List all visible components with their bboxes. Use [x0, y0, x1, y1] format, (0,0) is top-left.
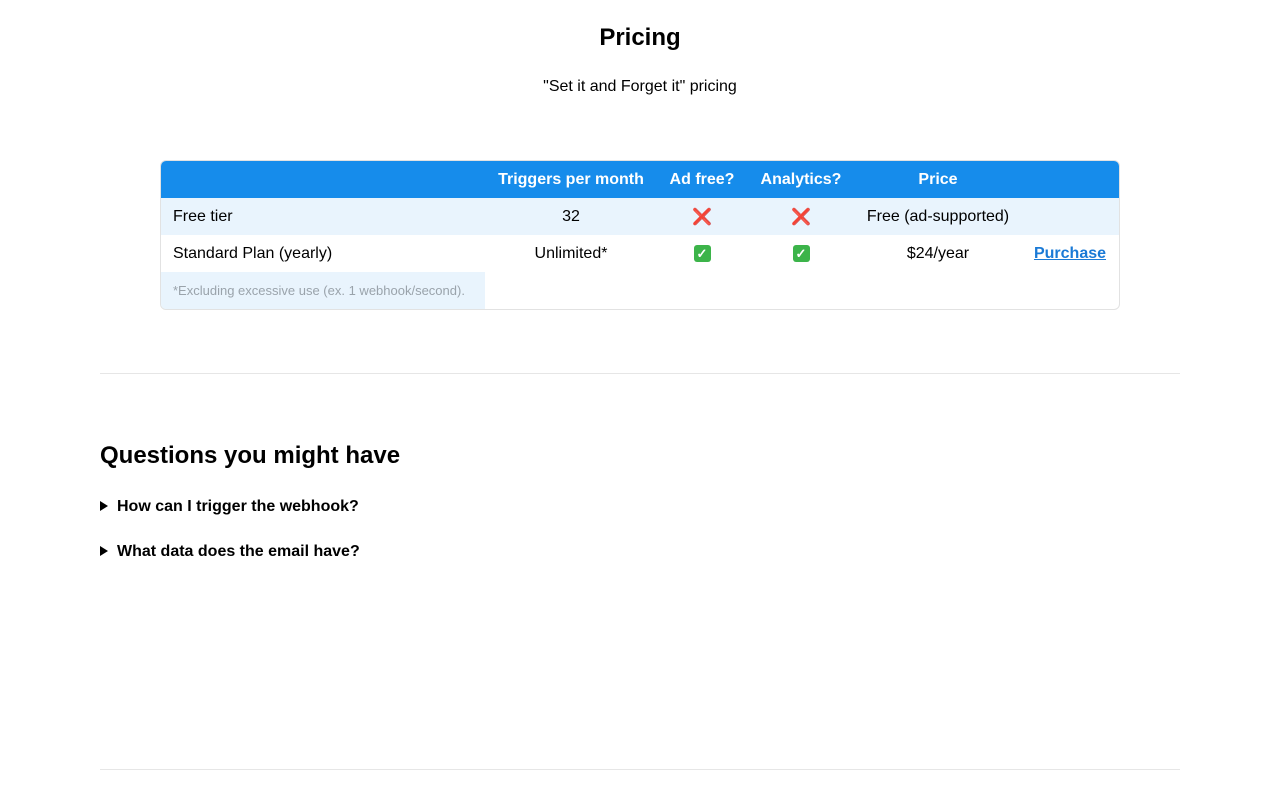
action-cell: Purchase [1021, 235, 1119, 272]
pricing-page: Pricing "Set it and Forget it" pricing T… [0, 0, 1280, 800]
faq-question: What data does the email have? [117, 543, 360, 560]
faq-heading: Questions you might have [100, 442, 401, 469]
plan-name: Free tier [173, 207, 233, 225]
purchase-link[interactable]: Purchase [1034, 245, 1106, 262]
plan-name: Standard Plan (yearly) [173, 244, 333, 262]
disclosure-triangle-icon [100, 546, 108, 556]
faq-question: How can I trigger the webhook? [117, 498, 359, 515]
column-header-ad-free: Ad free? [669, 170, 735, 188]
ad-free-cell: ❌ [657, 198, 747, 235]
price-value: Free (ad-supported) [866, 207, 1010, 225]
footer-divider [100, 769, 1180, 770]
action-cell [1021, 198, 1119, 235]
faq-item-trigger-webhook[interactable]: How can I trigger the webhook? [100, 497, 359, 517]
check-mark-icon: ✓ [693, 244, 711, 262]
disclosure-triangle-icon [100, 501, 108, 511]
table-header-row: Triggers per month Ad free? Analytics? P… [161, 161, 1119, 198]
check-mark-icon: ✓ [792, 244, 810, 262]
section-divider [100, 373, 1180, 374]
analytics-cell: ✓ [747, 235, 855, 272]
pricing-table: Triggers per month Ad free? Analytics? P… [160, 160, 1120, 310]
cross-mark-icon: ❌ [791, 208, 811, 226]
column-header-action [1021, 161, 1119, 198]
column-header-triggers: Triggers per month [498, 170, 644, 188]
column-header-analytics: Analytics? [760, 170, 842, 188]
column-header-plan [161, 161, 485, 198]
footnote-row: *Excluding excessive use (ex. 1 webhook/… [161, 272, 1119, 309]
column-header-price: Price [918, 170, 958, 188]
page-title: Pricing [599, 24, 681, 51]
footnote: *Excluding excessive use (ex. 1 webhook/… [161, 272, 485, 309]
analytics-cell: ❌ [747, 198, 855, 235]
faq-item-email-data[interactable]: What data does the email have? [100, 542, 360, 562]
table-row-standard-plan: Standard Plan (yearly) Unlimited* ✓ ✓ $2… [161, 235, 1119, 272]
triggers-value: Unlimited* [534, 244, 608, 262]
ad-free-cell: ✓ [657, 235, 747, 272]
price-value: $24/year [906, 244, 970, 262]
table-row-free-tier: Free tier 32 ❌ ❌ Free (ad-supported) [161, 198, 1119, 235]
page-subtitle: "Set it and Forget it" pricing [543, 78, 737, 95]
triggers-value: 32 [562, 207, 580, 225]
cross-mark-icon: ❌ [692, 208, 712, 226]
